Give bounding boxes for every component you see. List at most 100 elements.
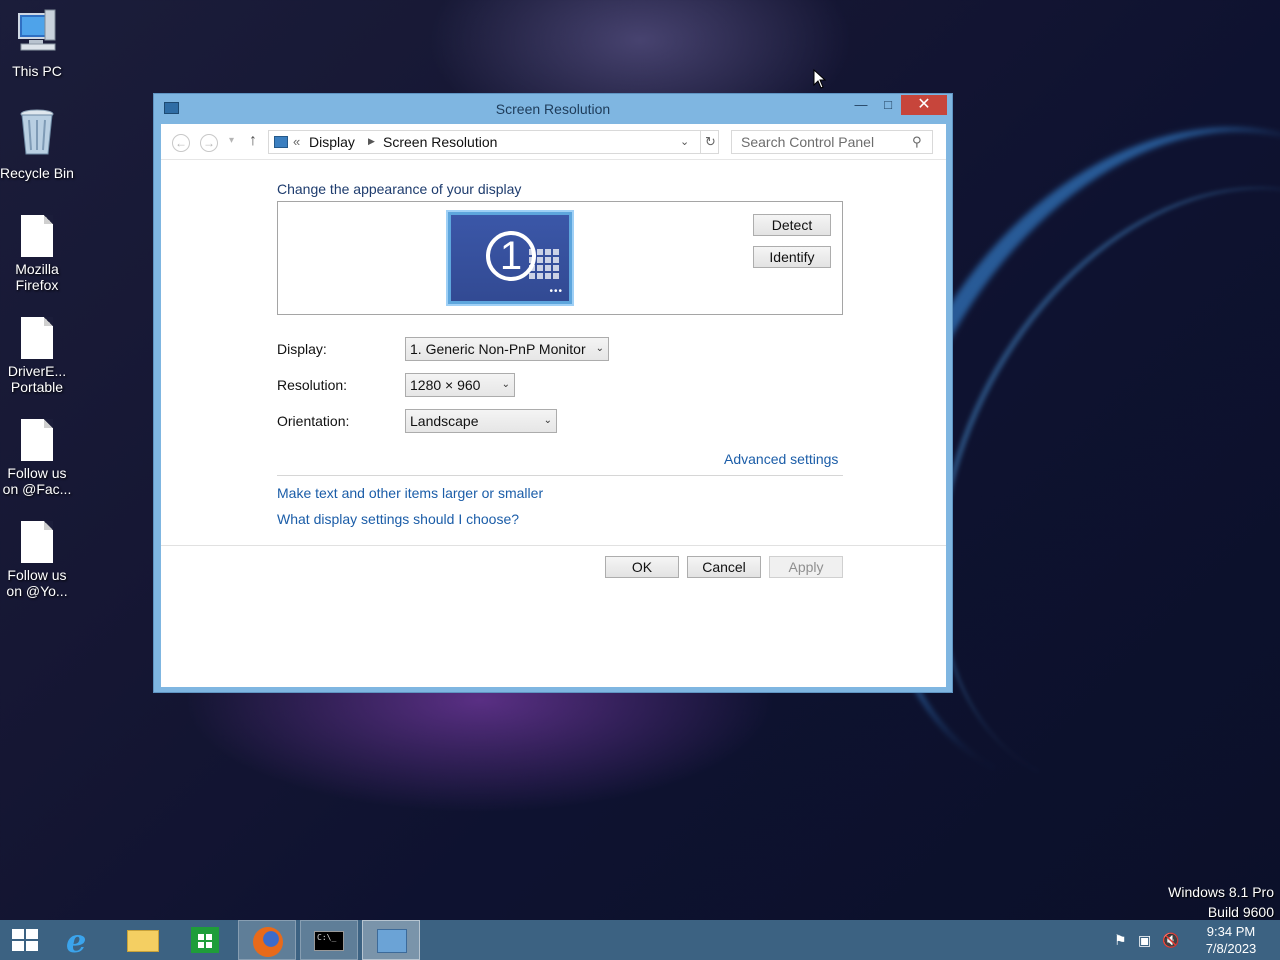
mouse-cursor-icon	[813, 69, 827, 89]
monitor-screen: 1 •••	[451, 215, 569, 301]
monitor-dots-icon: •••	[549, 286, 563, 297]
text-size-link[interactable]: Make text and other items larger or smal…	[277, 485, 543, 501]
volume-muted-icon[interactable]: 🔇	[1162, 932, 1179, 949]
window-titlebar[interactable]: Screen Resolution — □ ✕	[154, 94, 952, 124]
apply-button[interactable]: Apply	[769, 556, 843, 578]
maximize-button[interactable]: □	[875, 95, 901, 115]
taskbar-control-panel[interactable]	[362, 920, 420, 960]
breadcrumb-overflow-icon[interactable]: «	[293, 134, 300, 149]
command-prompt-icon: C:\_	[314, 931, 344, 951]
maximize-icon: □	[884, 97, 892, 112]
taskbar-firefox[interactable]	[238, 920, 296, 960]
refresh-button[interactable]: ↻	[700, 131, 720, 153]
store-icon	[191, 927, 219, 953]
display-value: 1. Generic Non-PnP Monitor	[410, 341, 586, 357]
up-button[interactable]: ↑	[249, 132, 257, 150]
orientation-value: Landscape	[410, 413, 479, 429]
document-icon	[21, 521, 53, 563]
navigation-bar: ← → ▾ ↑ « Display ▶ Screen Resolution ⌄	[161, 124, 946, 160]
page-title: Change the appearance of your display	[277, 181, 522, 197]
taskbar-internet-explorer[interactable]: e	[52, 920, 110, 960]
clock-date: 7/8/2023	[1205, 941, 1257, 956]
minimize-button[interactable]: —	[848, 95, 874, 115]
forward-arrow-icon: →	[203, 136, 215, 150]
desktop-icon-mozilla-firefox[interactable]: Mozilla Firefox	[0, 215, 74, 293]
desktop-icon-follow-facebook[interactable]: Follow us on @Fac...	[0, 419, 74, 497]
resolution-value: 1280 × 960	[410, 377, 481, 393]
chevron-down-icon: ⌄	[680, 136, 690, 148]
computer-icon	[0, 8, 74, 59]
section-divider	[277, 475, 843, 476]
chevron-down-icon: ⌄	[501, 379, 510, 390]
start-button[interactable]	[0, 920, 50, 960]
display-label: Display:	[277, 341, 327, 357]
desktop-icon-label: Follow us on @Fac...	[2, 465, 72, 497]
desktop-icon-label: This PC	[12, 63, 62, 79]
orientation-select[interactable]: Landscape ⌄	[405, 409, 557, 433]
desktop-icon-recycle-bin[interactable]: Recycle Bin	[0, 108, 74, 181]
action-center-flag-icon[interactable]: ⚑	[1114, 932, 1127, 949]
screen-resolution-window: Screen Resolution — □ ✕ ← → ▾ ↑ « Displa…	[153, 93, 953, 693]
address-bar[interactable]: « Display ▶ Screen Resolution ⌄ ↻	[268, 130, 719, 154]
resolution-label: Resolution:	[277, 377, 348, 393]
display-icon	[274, 136, 288, 148]
up-arrow-icon: ↑	[249, 132, 257, 149]
search-icon[interactable]: ⚲	[912, 134, 922, 150]
taskbar-file-explorer[interactable]	[114, 920, 172, 960]
ok-button[interactable]: OK	[605, 556, 679, 578]
monitor-number: 1	[486, 231, 536, 281]
search-box: ⚲	[731, 130, 933, 154]
watermark-edition: Windows 8.1 Pro	[1168, 884, 1274, 900]
advanced-settings-link[interactable]: Advanced settings	[724, 451, 838, 467]
orientation-label: Orientation:	[277, 413, 350, 429]
desktop-icon-label: DriverE... Portable	[7, 363, 67, 395]
watermark-build: Build 9600	[1207, 904, 1274, 920]
breadcrumb-display[interactable]: Display	[309, 134, 355, 150]
resolution-select[interactable]: 1280 × 960 ⌄	[405, 373, 515, 397]
taskbar-command-prompt[interactable]: C:\_	[300, 920, 358, 960]
chevron-down-icon: ▾	[229, 135, 235, 146]
detect-button[interactable]: Detect	[753, 214, 831, 236]
footer-divider	[161, 545, 946, 546]
chevron-down-icon: ⌄	[595, 343, 604, 354]
taskbar-store[interactable]	[176, 920, 234, 960]
recent-pages-dropdown[interactable]: ▾	[229, 135, 234, 146]
document-icon	[21, 419, 53, 461]
display-help-link[interactable]: What display settings should I choose?	[277, 511, 519, 527]
address-dropdown-button[interactable]: ⌄	[680, 135, 689, 148]
network-icon[interactable]: ▣	[1138, 932, 1151, 949]
forward-button[interactable]: →	[200, 134, 218, 152]
cancel-button[interactable]: Cancel	[687, 556, 761, 578]
clock[interactable]: 9:34 PM 7/8/2023	[1196, 923, 1266, 957]
windows-logo-icon	[12, 929, 38, 951]
desktop-icon-this-pc[interactable]: This PC	[0, 8, 74, 79]
close-button[interactable]: ✕	[901, 95, 947, 115]
close-icon: ✕	[917, 96, 931, 113]
firefox-icon	[253, 927, 283, 957]
back-button[interactable]: ←	[172, 134, 190, 152]
breadcrumb-screen-resolution[interactable]: Screen Resolution	[383, 134, 497, 150]
control-panel-icon	[377, 929, 407, 953]
desktop-icon-follow-youtube[interactable]: Follow us on @Yo...	[0, 521, 74, 599]
document-icon	[21, 317, 53, 359]
desktop-icon-label: Recycle Bin	[0, 165, 74, 181]
back-arrow-icon: ←	[175, 136, 187, 150]
minimize-icon: —	[854, 97, 868, 112]
document-icon	[21, 215, 53, 257]
refresh-icon: ↻	[705, 134, 716, 149]
search-input[interactable]	[732, 131, 908, 153]
monitor-tile[interactable]: 1 •••	[446, 210, 574, 306]
breadcrumb-separator-icon[interactable]: ▶	[368, 136, 375, 147]
desktop-icon-label: Mozilla Firefox	[15, 261, 59, 293]
window-title: Screen Resolution	[495, 101, 611, 117]
taskbar: e C:\_ ⚑ ▣ 🔇 9:34 PM 7/8/2023	[0, 920, 1280, 960]
internet-explorer-icon: e	[66, 922, 87, 960]
window-client-area: ← → ▾ ↑ « Display ▶ Screen Resolution ⌄	[161, 124, 946, 687]
display-select[interactable]: 1. Generic Non-PnP Monitor ⌄	[405, 337, 609, 361]
desktop-icon-label: Follow us on @Yo...	[6, 567, 68, 599]
recycle-bin-icon	[0, 108, 74, 161]
desktop-icon-drivereasy-portable[interactable]: DriverE... Portable	[0, 317, 74, 395]
folder-icon	[127, 930, 159, 952]
identify-button[interactable]: Identify	[753, 246, 831, 268]
chevron-down-icon: ⌄	[543, 415, 552, 426]
